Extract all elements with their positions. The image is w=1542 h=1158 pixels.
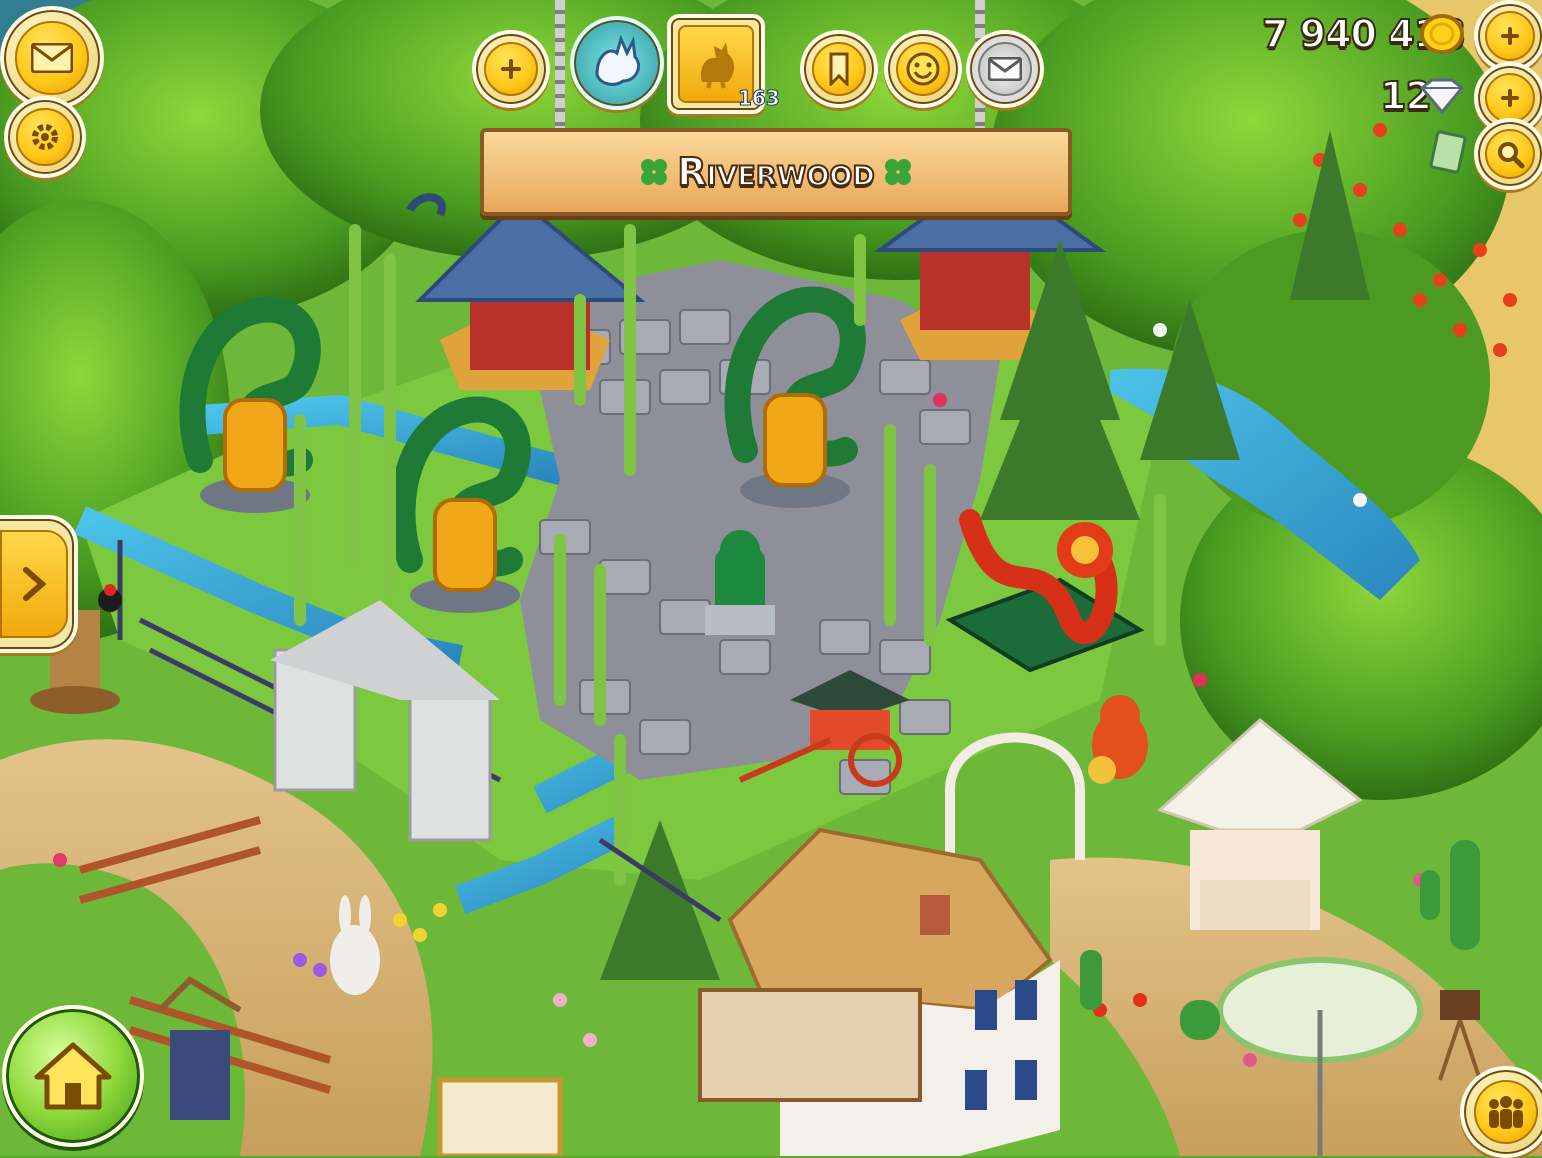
mail-button[interactable]	[0, 6, 104, 110]
pet-button[interactable]	[570, 16, 664, 110]
diamond-icon	[1419, 78, 1465, 114]
envelope-icon	[30, 42, 73, 73]
arrow-right-icon	[23, 567, 46, 601]
rooster-icon	[700, 42, 734, 89]
level-number: 163	[738, 86, 781, 111]
friends-button[interactable]	[1460, 1066, 1542, 1158]
expand-side-panel-button[interactable]	[0, 515, 78, 653]
gear-icon	[31, 123, 58, 150]
clover-icon-right	[885, 159, 911, 185]
farm-name: Riverwood	[676, 149, 876, 195]
notice-board	[437, 1077, 563, 1156]
home-icon	[34, 1042, 112, 1110]
gold-coin-icon	[1420, 14, 1464, 54]
home-button[interactable]	[2, 1005, 144, 1147]
plus-icon	[1500, 26, 1520, 46]
friends-icon	[1489, 1096, 1523, 1129]
bookmark-button[interactable]	[800, 30, 878, 108]
magnifier-icon	[1497, 141, 1525, 169]
messages-button[interactable]	[966, 30, 1044, 108]
search-button[interactable]	[1474, 118, 1542, 190]
farm-name-banner[interactable]: Riverwood	[480, 128, 1072, 216]
plus-icon	[500, 58, 522, 80]
letter-icon	[987, 56, 1022, 81]
plus-icon	[1500, 88, 1520, 108]
banner-chain-left	[555, 0, 565, 132]
bookmark-icon	[829, 52, 849, 86]
add-button[interactable]	[472, 30, 550, 108]
fox-pet-icon	[595, 35, 640, 86]
settings-button[interactable]	[4, 96, 86, 178]
clover-icon-left	[641, 159, 667, 185]
smiley-icon	[906, 52, 940, 86]
emotes-button[interactable]	[884, 30, 962, 108]
cash-icon	[1429, 130, 1467, 174]
